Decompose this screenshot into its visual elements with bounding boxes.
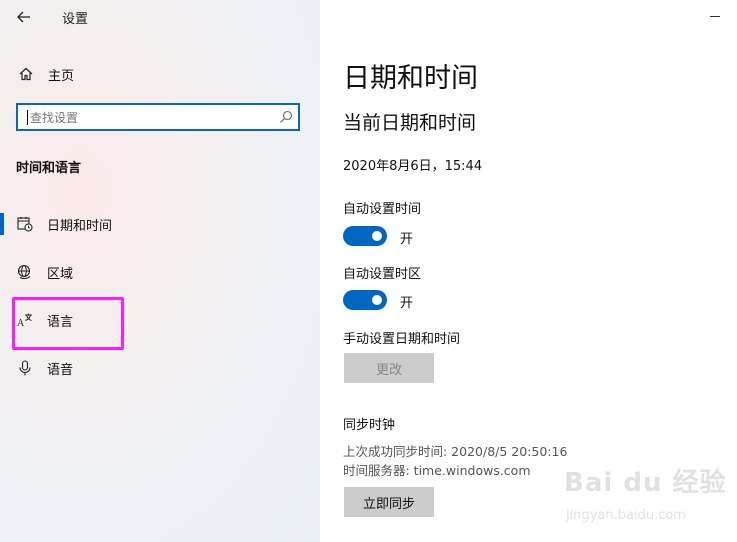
search-icon[interactable] xyxy=(279,110,293,124)
baidu-jingyan-watermark: Bai du 经验 jingyan.baidu.com xyxy=(558,458,733,528)
auto-timezone-toggle[interactable] xyxy=(343,290,387,310)
search-box[interactable] xyxy=(16,103,300,131)
auto-timezone-label: 自动设置时区 xyxy=(343,267,422,282)
sidebar-item-date-time[interactable]: 日期和时间 xyxy=(0,206,320,242)
auto-time-state: 开 xyxy=(400,232,414,247)
last-sync-text: 上次成功同步时间: 2020/8/5 20:50:16 xyxy=(343,444,568,459)
back-arrow-icon xyxy=(17,11,30,23)
toggle-knob xyxy=(372,231,382,241)
section-title: 时间和语言 xyxy=(16,161,82,176)
sidebar-item-label: 区域 xyxy=(47,267,74,282)
current-datetime: 2020年8月6日，15:44 xyxy=(343,159,483,174)
app-title: 设置 xyxy=(62,12,89,27)
section-subtitle: 当前日期和时间 xyxy=(343,112,477,134)
sidebar-item-region[interactable]: 区域 xyxy=(0,254,320,290)
sidebar-item-label: 语音 xyxy=(47,363,74,378)
auto-time-label: 自动设置时间 xyxy=(343,202,422,217)
search-input[interactable] xyxy=(28,108,272,128)
manual-time-label: 手动设置日期和时间 xyxy=(343,332,461,347)
page-title: 日期和时间 xyxy=(343,63,478,94)
auto-time-toggle[interactable] xyxy=(343,226,387,246)
sidebar-item-label: 日期和时间 xyxy=(47,219,113,234)
sync-now-button[interactable]: 立即同步 xyxy=(344,487,434,517)
annotation-highlight-box xyxy=(12,297,124,350)
minimize-button[interactable] xyxy=(708,10,722,22)
watermark-sub-text: jingyan.baidu.com xyxy=(566,508,686,523)
sidebar: 设置 主页 时间和语言 日期和时间 区域 xyxy=(0,0,320,542)
toggle-knob xyxy=(372,295,382,305)
globe-region-icon xyxy=(17,264,31,280)
sidebar-item-home-label: 主页 xyxy=(48,69,75,84)
microphone-icon xyxy=(19,360,31,376)
sidebar-item-home[interactable]: 主页 xyxy=(0,58,320,90)
sync-clock-title: 同步时钟 xyxy=(343,418,396,433)
home-icon xyxy=(19,67,33,81)
sidebar-item-speech[interactable]: 语音 xyxy=(0,350,320,386)
calendar-clock-icon xyxy=(17,217,33,232)
back-button[interactable] xyxy=(10,5,38,29)
change-button[interactable]: 更改 xyxy=(344,353,434,383)
auto-timezone-state: 开 xyxy=(400,296,414,311)
time-server-text: 时间服务器: time.windows.com xyxy=(343,463,531,478)
watermark-main-text: Bai du 经验 xyxy=(564,468,727,498)
